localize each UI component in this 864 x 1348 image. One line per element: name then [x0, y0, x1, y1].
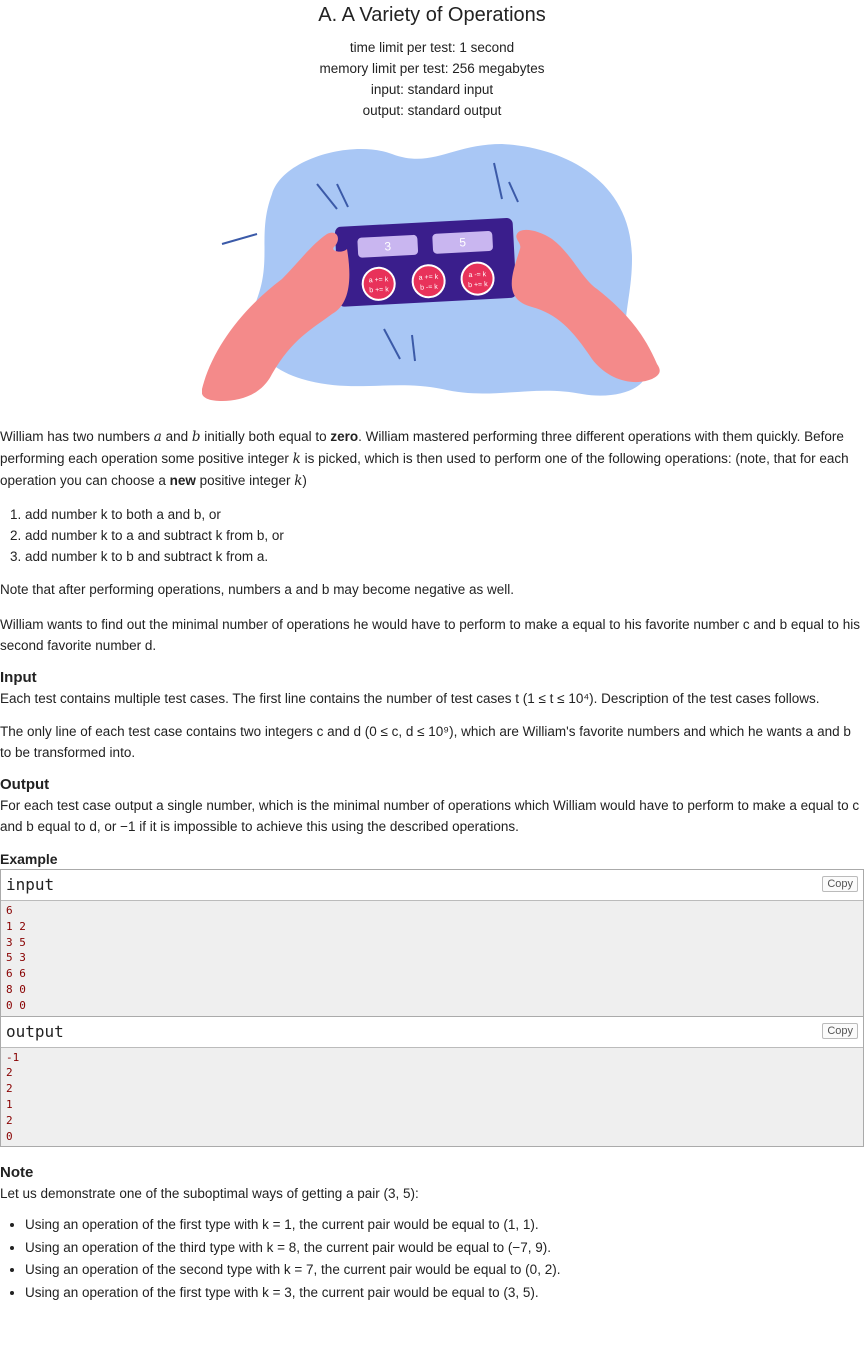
text: positive integer [195, 473, 295, 488]
operations-list: add number k to both a and b, or add num… [0, 504, 864, 567]
game-device: 3 5 a += k b += k a += k b -= k a -= k b… [334, 218, 517, 307]
input-heading: Input [0, 669, 37, 686]
statement-paragraph-2: Note that after performing operations, n… [0, 582, 515, 597]
output-section: Output For each test case output a singl… [0, 775, 864, 837]
button-1-line-2: b += k [369, 286, 389, 294]
statement-section: William has two numbers a and b initiall… [0, 426, 864, 656]
example-heading: Example [0, 851, 58, 867]
input-paragraph-2: The only line of each test case contains… [0, 724, 851, 760]
note-item: Using an operation of the first type wit… [25, 1214, 864, 1237]
text: ) [302, 473, 307, 488]
output-label: output [6, 1021, 64, 1041]
input-data[interactable]: 6 1 2 3 5 5 3 6 6 8 0 0 0 [1, 901, 863, 1016]
output-spec: output: standard output [362, 103, 502, 118]
operation-item: add number k to b and subtract k from a. [25, 546, 864, 567]
note-item: Using an operation of the third type wit… [25, 1237, 864, 1260]
example-section: Example input Copy 6 1 2 3 5 5 3 6 6 8 0… [0, 849, 864, 1148]
input-paragraph-1: Each test contains multiple test cases. … [0, 691, 820, 706]
note-section: Note Let us demonstrate one of the subop… [0, 1163, 864, 1304]
copy-input-button[interactable]: Copy [822, 876, 858, 892]
problem-header: A. A Variety of Operations time limit pe… [0, 0, 864, 121]
sample-tests: input Copy 6 1 2 3 5 5 3 6 6 8 0 0 0 out… [0, 869, 864, 1148]
screen-left-value: 3 [384, 239, 392, 253]
button-1-line-1: a += k [369, 276, 389, 284]
text: and [161, 429, 192, 444]
note-intro: Let us demonstrate one of the suboptimal… [0, 1186, 419, 1202]
button-2-line-1: a += k [419, 274, 439, 282]
note-item: Using an operation of the first type wit… [25, 1282, 864, 1305]
operation-item: add number k to a and subtract k from b,… [25, 525, 864, 546]
bold-new: new [169, 473, 196, 488]
output-heading: Output [0, 776, 50, 793]
note-heading: Note [0, 1164, 34, 1182]
button-3-line-1: a -= k [468, 271, 487, 279]
problem-title: A. A Variety of Operations [318, 4, 546, 26]
game-controller-illustration: 3 5 a += k b += k a += k b -= k a -= k b… [202, 144, 660, 401]
button-2-line-2: b -= k [420, 284, 439, 292]
input-header: input Copy [1, 870, 863, 901]
text: William has two numbers [0, 429, 154, 444]
bold-zero: zero [330, 429, 359, 444]
note-list: Using an operation of the first type wit… [0, 1214, 864, 1304]
input-section: Input Each test contains multiple test c… [0, 668, 864, 763]
memory-limit: memory limit per test: 256 megabytes [319, 61, 545, 76]
operation-item: add number k to both a and b, or [25, 504, 864, 525]
copy-output-button[interactable]: Copy [822, 1022, 858, 1039]
output-header: output Copy [1, 1015, 863, 1048]
output-paragraph: For each test case output a single numbe… [0, 798, 860, 834]
time-limit: time limit per test: 1 second [349, 40, 515, 55]
screen-right-value: 5 [459, 235, 467, 249]
statement-paragraph-3: William wants to find out the minimal nu… [0, 617, 860, 653]
input-label: input [6, 875, 55, 894]
button-3-line-2: b += k [468, 281, 488, 289]
statement-paragraph-1: William has two numbers a and b initiall… [0, 429, 849, 489]
note-item: Using an operation of the second type wi… [25, 1259, 864, 1282]
output-data[interactable]: -1 2 2 1 2 0 [1, 1047, 863, 1147]
input-spec: input: standard input [370, 82, 494, 97]
text: initially both equal to [200, 429, 331, 444]
